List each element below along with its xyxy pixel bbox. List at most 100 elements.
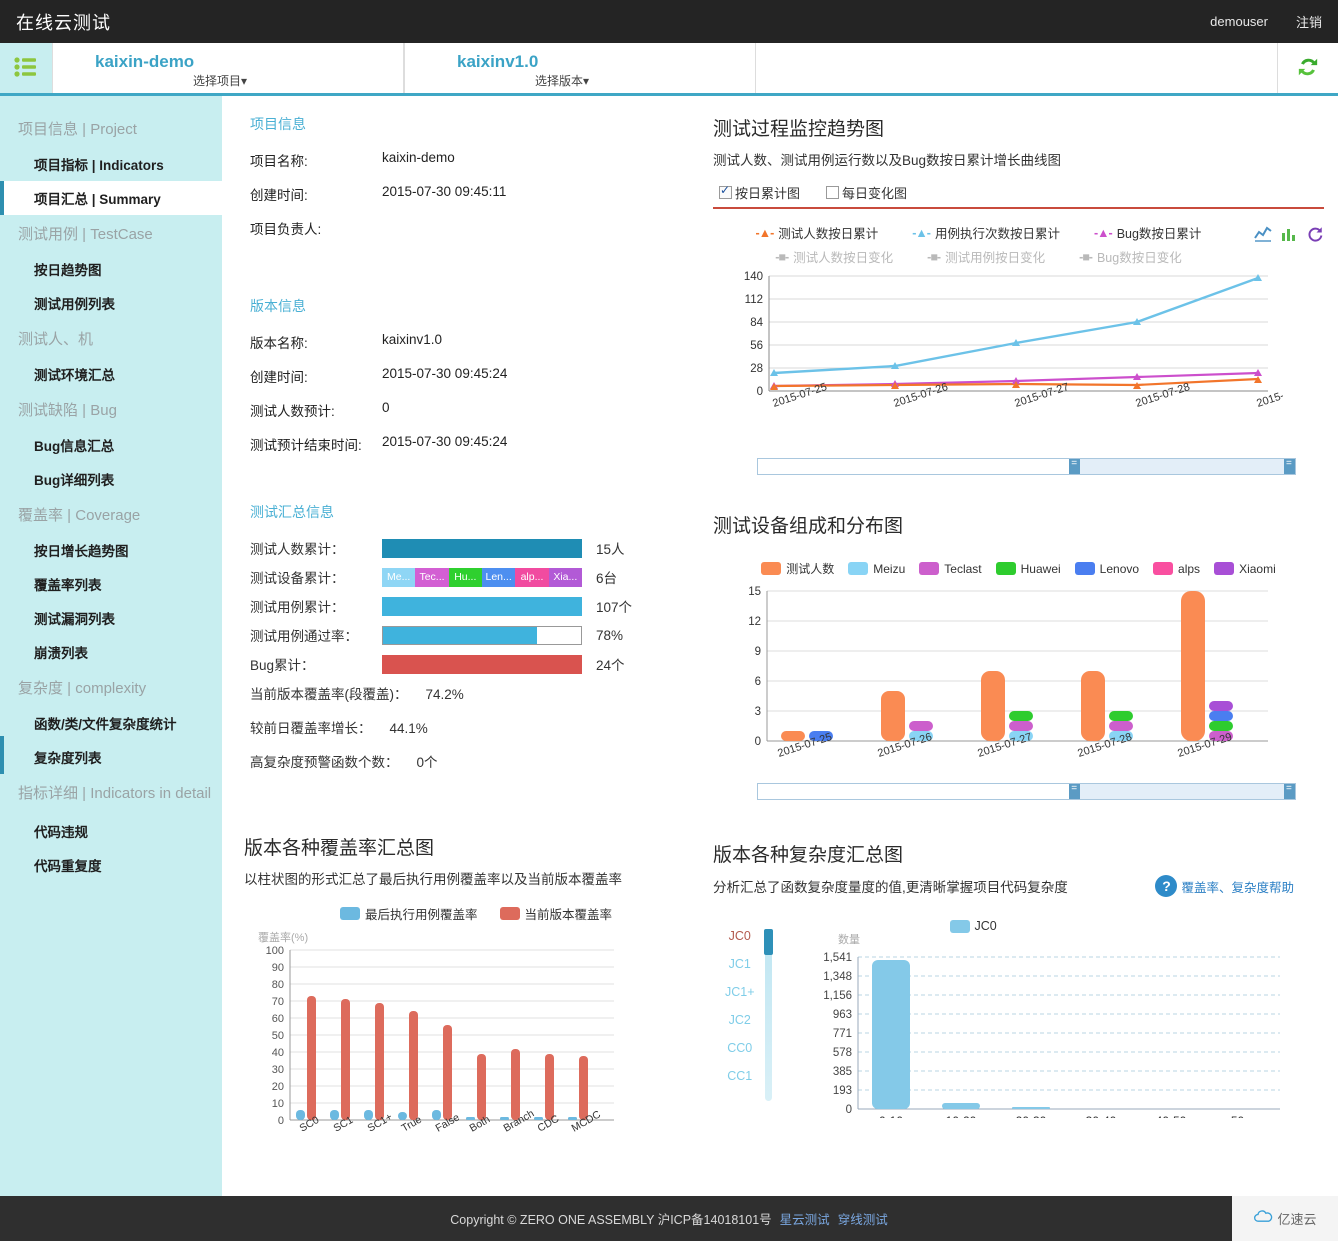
legend-item-xiaomi[interactable]: Xiaomi — [1214, 562, 1276, 576]
legend-item-last-exec-coverage[interactable]: 最后执行用例覆盖率 — [340, 904, 478, 923]
current-user-label[interactable]: demouser — [1210, 14, 1268, 29]
sidebar-item-bug-summary[interactable]: Bug信息汇总 — [0, 428, 222, 462]
legend-item-current-version-coverage[interactable]: 当前版本覆盖率 — [499, 904, 612, 923]
trend-range-scrollbar[interactable] — [757, 458, 1296, 475]
svg-text:3: 3 — [755, 706, 761, 718]
stat-label: 较前日覆盖率增长： — [250, 721, 372, 736]
logout-button[interactable]: 注销 — [1296, 12, 1322, 31]
sidebar-item-code-duplication[interactable]: 代码重复度 — [0, 848, 222, 882]
stat-current-coverage: 当前版本覆盖率(段覆盖)： 74.2% — [250, 683, 699, 703]
legend-item-jc0[interactable]: JC0 — [949, 919, 997, 933]
help-link-label: 覆盖率、复杂度帮助 — [1181, 880, 1294, 895]
svg-text:140: 140 — [744, 271, 763, 283]
complexity-metric-selector[interactable]: JC0 JC1 JC1+ JC2 CC0 CC1 — [713, 919, 780, 1121]
scrollbar-handle-left[interactable] — [1069, 783, 1081, 799]
project-created-value: 2015-07-30 09:45:11 — [382, 184, 507, 199]
checkbox-label: 按日累计图 — [735, 186, 801, 201]
legend-item-lenovo[interactable]: Lenovo — [1074, 562, 1139, 576]
metric-slider-knob[interactable] — [763, 929, 773, 955]
planned-end-label: 测试预计结束时间: — [250, 438, 362, 453]
sidebar-item-complexity-list[interactable]: 复杂度列表 — [0, 740, 222, 774]
complexity-legend: JC0 — [780, 919, 1324, 933]
trend-legend-row: -▲- 测试人数按日累计 -▲- 用例执行次数按日累计 -▲- Bug数按日累计 — [713, 223, 1324, 266]
sidebar-item-env-summary[interactable]: 测试环境汇总 — [0, 357, 222, 391]
sidebar-item-summary[interactable]: 项目汇总 | Summary — [0, 181, 222, 215]
svg-text:CDC: CDC — [536, 1113, 562, 1135]
coverage-chart[interactable]: 最后执行用例覆盖率 当前版本覆盖率 覆盖率(%) 100 90 80 70 60 50 … — [244, 904, 699, 1160]
metric-slider-track[interactable] — [763, 929, 773, 1101]
scrollbar-handle-right[interactable] — [1284, 458, 1295, 474]
svg-text:20: 20 — [272, 1081, 284, 1093]
legend-item-testers[interactable]: 测试人数 — [761, 560, 834, 577]
sidebar-item-bug-detail[interactable]: Bug详细列表 — [0, 462, 222, 496]
svg-text:60: 60 — [272, 1013, 284, 1025]
checkbox-cumulative[interactable]: 按日累计图 — [719, 183, 800, 202]
legend-item-testcases-daily[interactable]: -■- 测试用例按日变化 — [927, 247, 1045, 266]
summary-label: 测试人数累计： — [250, 542, 345, 557]
legend-label: 测试人数 — [786, 562, 835, 576]
sidebar-toggle-button[interactable] — [0, 43, 52, 93]
device-segment: Len... — [481, 567, 516, 587]
complexity-chart[interactable]: JC0 JC1 JC1+ JC2 CC0 CC1 JC0 数量 1,541 1,… — [713, 919, 1324, 1128]
line-chart-icon[interactable] — [1254, 225, 1272, 246]
legend-item-testers-cumulative[interactable]: -▲- 测试人数按日累计 — [756, 223, 879, 242]
device-segment: Tec... — [415, 567, 449, 587]
legend-item-testers-daily[interactable]: -■- 测试人数按日变化 — [775, 247, 893, 266]
legend-label: Teclast — [944, 561, 982, 576]
sidebar-item-testcase-list[interactable]: 测试用例列表 — [0, 286, 222, 320]
sidebar-item-crash-list[interactable]: 崩溃列表 — [0, 635, 222, 669]
refresh-icon[interactable] — [1306, 225, 1324, 246]
metric-jc2[interactable]: JC2 — [729, 1013, 751, 1027]
legend-item-bugs-cumulative[interactable]: -▲- Bug数按日累计 — [1094, 223, 1201, 242]
sidebar-item-complexity-stats[interactable]: 函数/类/文件复杂度统计 — [0, 706, 222, 740]
legend-item-bugs-daily[interactable]: -■- Bug数按日变化 — [1079, 247, 1182, 266]
coverage-complexity-help-link[interactable]: ? 覆盖率、复杂度帮助 — [1155, 875, 1294, 897]
legend-swatch — [499, 907, 520, 920]
metric-jc1[interactable]: JC1 — [729, 957, 751, 971]
legend-swatch — [1214, 562, 1235, 575]
sidebar-item-coverage-list[interactable]: 覆盖率列表 — [0, 567, 222, 601]
main-content: 项目信息 项目名称: kaixin-demo 创建时间: 2015-07-30 09… — [222, 96, 1338, 1196]
legend-item-alps[interactable]: alps — [1153, 562, 1200, 576]
svg-text:6: 6 — [755, 676, 761, 688]
sidebar-item-indicators[interactable]: 项目指标 | Indicators — [0, 147, 222, 181]
page-refresh-button[interactable] — [1278, 43, 1338, 93]
sidebar-item-daily-trend[interactable]: 按日趋势图 — [0, 252, 222, 286]
selector-empty-area — [756, 43, 1278, 93]
legend-item-meizu[interactable]: Meizu — [848, 562, 905, 576]
svg-text:Both: Both — [468, 1113, 493, 1134]
x-tick: 10-20 — [945, 1114, 976, 1118]
stat-value: 74.2% — [425, 687, 464, 702]
device-segment: Hu... — [448, 567, 482, 587]
legend-label: 最后执行用例覆盖率 — [365, 908, 478, 922]
svg-text:112: 112 — [745, 294, 763, 306]
info-row: 项目名称: kaixin-demo — [250, 150, 699, 170]
version-selector[interactable]: kaixinv1.0 选择版本▾ — [404, 43, 756, 93]
bar-chart-icon[interactable] — [1280, 225, 1298, 246]
legend-item-teclast[interactable]: Teclast — [919, 561, 982, 576]
footer-link-xingyun[interactable]: 星云测试 — [780, 1209, 830, 1228]
scrollbar-handle-right[interactable] — [1284, 783, 1295, 799]
metric-jc1p[interactable]: JC1+ — [725, 985, 755, 999]
device-chart[interactable]: 测试人数 Meizu Teclast Huawei Lenovo alps Xi… — [713, 560, 1324, 800]
legend-item-huawei[interactable]: Huawei — [995, 562, 1061, 576]
summary-amount: 78% — [596, 627, 624, 643]
legend-swatch — [848, 562, 869, 575]
sidebar-item-leak-list[interactable]: 测试漏洞列表 — [0, 601, 222, 635]
metric-jc0[interactable]: JC0 — [729, 929, 751, 943]
metric-cc1[interactable]: CC1 — [727, 1069, 752, 1083]
sidebar-group-indicators-detail: 指标详细 | Indicators in detail — [18, 785, 212, 802]
device-range-scrollbar[interactable] — [757, 783, 1296, 800]
footer-link-chuanxian[interactable]: 穿线测试 — [838, 1209, 888, 1228]
checkbox-daily-change[interactable]: 每日变化图 — [826, 183, 907, 202]
svg-text:90: 90 — [272, 962, 284, 974]
scrollbar-handle-left[interactable] — [1069, 458, 1081, 474]
sidebar-item-coverage-trend[interactable]: 按日增长趋势图 — [0, 533, 222, 567]
sidebar-item-code-violation[interactable]: 代码违规 — [0, 814, 222, 848]
project-selector[interactable]: kaixin-demo 选择项目▾ — [52, 43, 404, 93]
legend-item-executions-cumulative[interactable]: -▲- 用例执行次数按日累计 — [912, 223, 1060, 242]
legend-label: alps — [1178, 561, 1201, 576]
trend-chart[interactable]: 140 112 84 56 28 0 2015-07-25 2015-07-26… — [713, 270, 1324, 475]
metric-cc0[interactable]: CC0 — [727, 1041, 752, 1055]
